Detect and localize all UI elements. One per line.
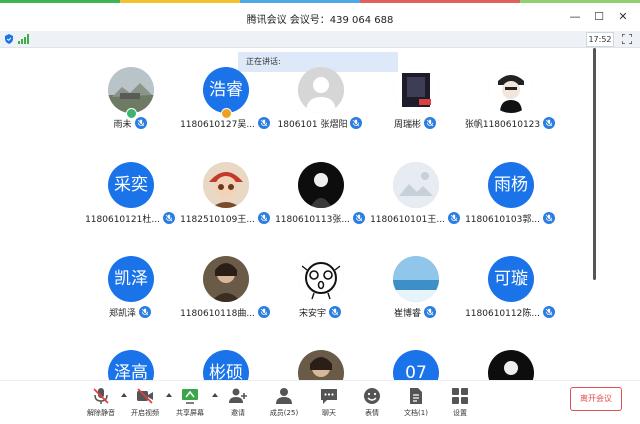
participant-tile[interactable]: 雨杨 1180610103郭...	[450, 162, 570, 252]
share-screen-button[interactable]: 共享屏幕	[167, 383, 213, 421]
invite-user-icon	[229, 388, 247, 403]
avatar	[203, 256, 249, 302]
shield-icon[interactable]	[4, 34, 14, 44]
avatar	[108, 67, 154, 113]
participant-name: 1180610121杜...	[85, 214, 160, 225]
participant-name: 宋安宇	[298, 308, 326, 319]
chat-button[interactable]: 聊天	[306, 383, 352, 421]
start-video-button[interactable]: 开启视频	[122, 383, 168, 421]
participant-name: 1180610101王...	[370, 214, 445, 225]
photo-dark-icon	[488, 350, 534, 380]
photo-art-icon	[393, 67, 439, 113]
mic-icon	[543, 117, 556, 129]
participant-name: 1180610112陈...	[465, 308, 540, 319]
photo-anime-icon	[203, 162, 249, 208]
signal-icon[interactable]	[18, 34, 30, 44]
avatar	[298, 256, 344, 302]
members-button[interactable]: 成员(25)	[261, 383, 307, 421]
mic-icon	[542, 306, 555, 318]
participant-nameline: 1180610112陈...	[450, 305, 570, 319]
participant-name: 1180610113张...	[275, 214, 350, 225]
camera-off-icon	[137, 388, 153, 404]
mic-icon	[329, 306, 341, 318]
title-bar: 腾讯会议 会议号：439 064 688 — ☐ ✕	[0, 3, 640, 31]
participant-nameline: 1180610103郭...	[450, 211, 570, 225]
photo-landscape-icon	[108, 67, 154, 113]
photo-portrait-icon	[298, 350, 344, 380]
smiley-icon	[364, 388, 380, 404]
mic-muted-icon	[93, 388, 109, 404]
participant-name: 周瑞彬	[393, 119, 421, 130]
members-icon	[276, 388, 292, 404]
invite-button[interactable]: 邀请	[215, 383, 261, 421]
avatar	[488, 350, 534, 380]
initials-avatar: 雨杨	[488, 162, 534, 208]
chat-icon	[321, 389, 337, 404]
reactions-button[interactable]: 表情	[349, 383, 395, 421]
participant-tile-partial[interactable]	[450, 350, 570, 380]
doodle-face-icon	[298, 256, 344, 302]
initials-avatar: 07	[393, 350, 439, 380]
participant-name: 雨未	[113, 119, 132, 130]
participant-name: 1182510109王...	[180, 214, 255, 225]
participant-name: 1180610127吴...	[180, 119, 255, 130]
settings-button[interactable]: 设置	[437, 383, 483, 421]
participant-tile[interactable]: 张帆1180610123	[450, 67, 570, 157]
fullscreen-icon[interactable]	[622, 34, 632, 44]
window-title: 腾讯会议 会议号：439 064 688	[246, 15, 394, 26]
participant-nameline: 张帆1180610123	[450, 116, 570, 130]
avatar	[488, 67, 534, 113]
avatar	[298, 350, 344, 380]
initials-avatar: 凯泽	[108, 256, 154, 302]
maximize-button[interactable]: ☐	[588, 7, 610, 27]
photo-portrait-icon	[203, 256, 249, 302]
avatar	[393, 256, 439, 302]
mic-icon	[542, 212, 555, 224]
image-placeholder-icon	[393, 162, 439, 208]
photo-sea-icon	[393, 256, 439, 302]
close-button[interactable]: ✕	[612, 7, 634, 27]
mic-icon	[424, 306, 436, 318]
avatar	[298, 67, 344, 113]
photo-dark-icon	[298, 162, 344, 208]
initials-avatar: 可璇	[488, 256, 534, 302]
share-screen-icon	[182, 389, 198, 404]
participant-name: 郑凯泽	[108, 308, 136, 319]
mic-icon	[424, 117, 436, 129]
avatar	[393, 67, 439, 113]
minimize-button[interactable]: —	[564, 7, 586, 27]
unmute-button[interactable]: 解除静音	[78, 383, 124, 421]
default-person-icon-icon	[298, 67, 344, 113]
meeting-clock: 17:52	[586, 32, 614, 47]
avatar	[393, 162, 439, 208]
mic-icon	[134, 117, 147, 129]
status-bar: 17:52	[0, 31, 640, 48]
participant-name: 1806101 张熠阳	[277, 119, 348, 130]
initials-avatar: 彬硕	[203, 350, 249, 380]
participant-name: 1180610118曲...	[180, 308, 255, 319]
participant-name: 张帆1180610123	[464, 119, 541, 130]
leave-meeting-button[interactable]: 离开会议	[570, 387, 622, 411]
avatar	[203, 162, 249, 208]
avatar	[298, 162, 344, 208]
meeting-toolbar: 解除静音 开启视频 共享屏幕 邀请 成员(25) 聊天 表情 文档(1) 设置 …	[0, 380, 640, 424]
participant-tile[interactable]: 可璇 1180610112陈...	[450, 256, 570, 346]
participant-name: 1180610103郭...	[465, 214, 540, 225]
initials-avatar: 浩睿	[203, 67, 249, 113]
initials-avatar: 泽高	[108, 350, 154, 380]
settings-grid-icon	[452, 388, 468, 404]
photo-cartoon-icon	[488, 67, 534, 113]
initials-avatar: 采奕	[108, 162, 154, 208]
mic-icon	[139, 306, 151, 318]
document-icon	[410, 388, 422, 404]
participant-name: 崔博睿	[393, 308, 421, 319]
documents-button[interactable]: 文档(1)	[393, 383, 439, 421]
scrollbar[interactable]	[593, 48, 596, 280]
